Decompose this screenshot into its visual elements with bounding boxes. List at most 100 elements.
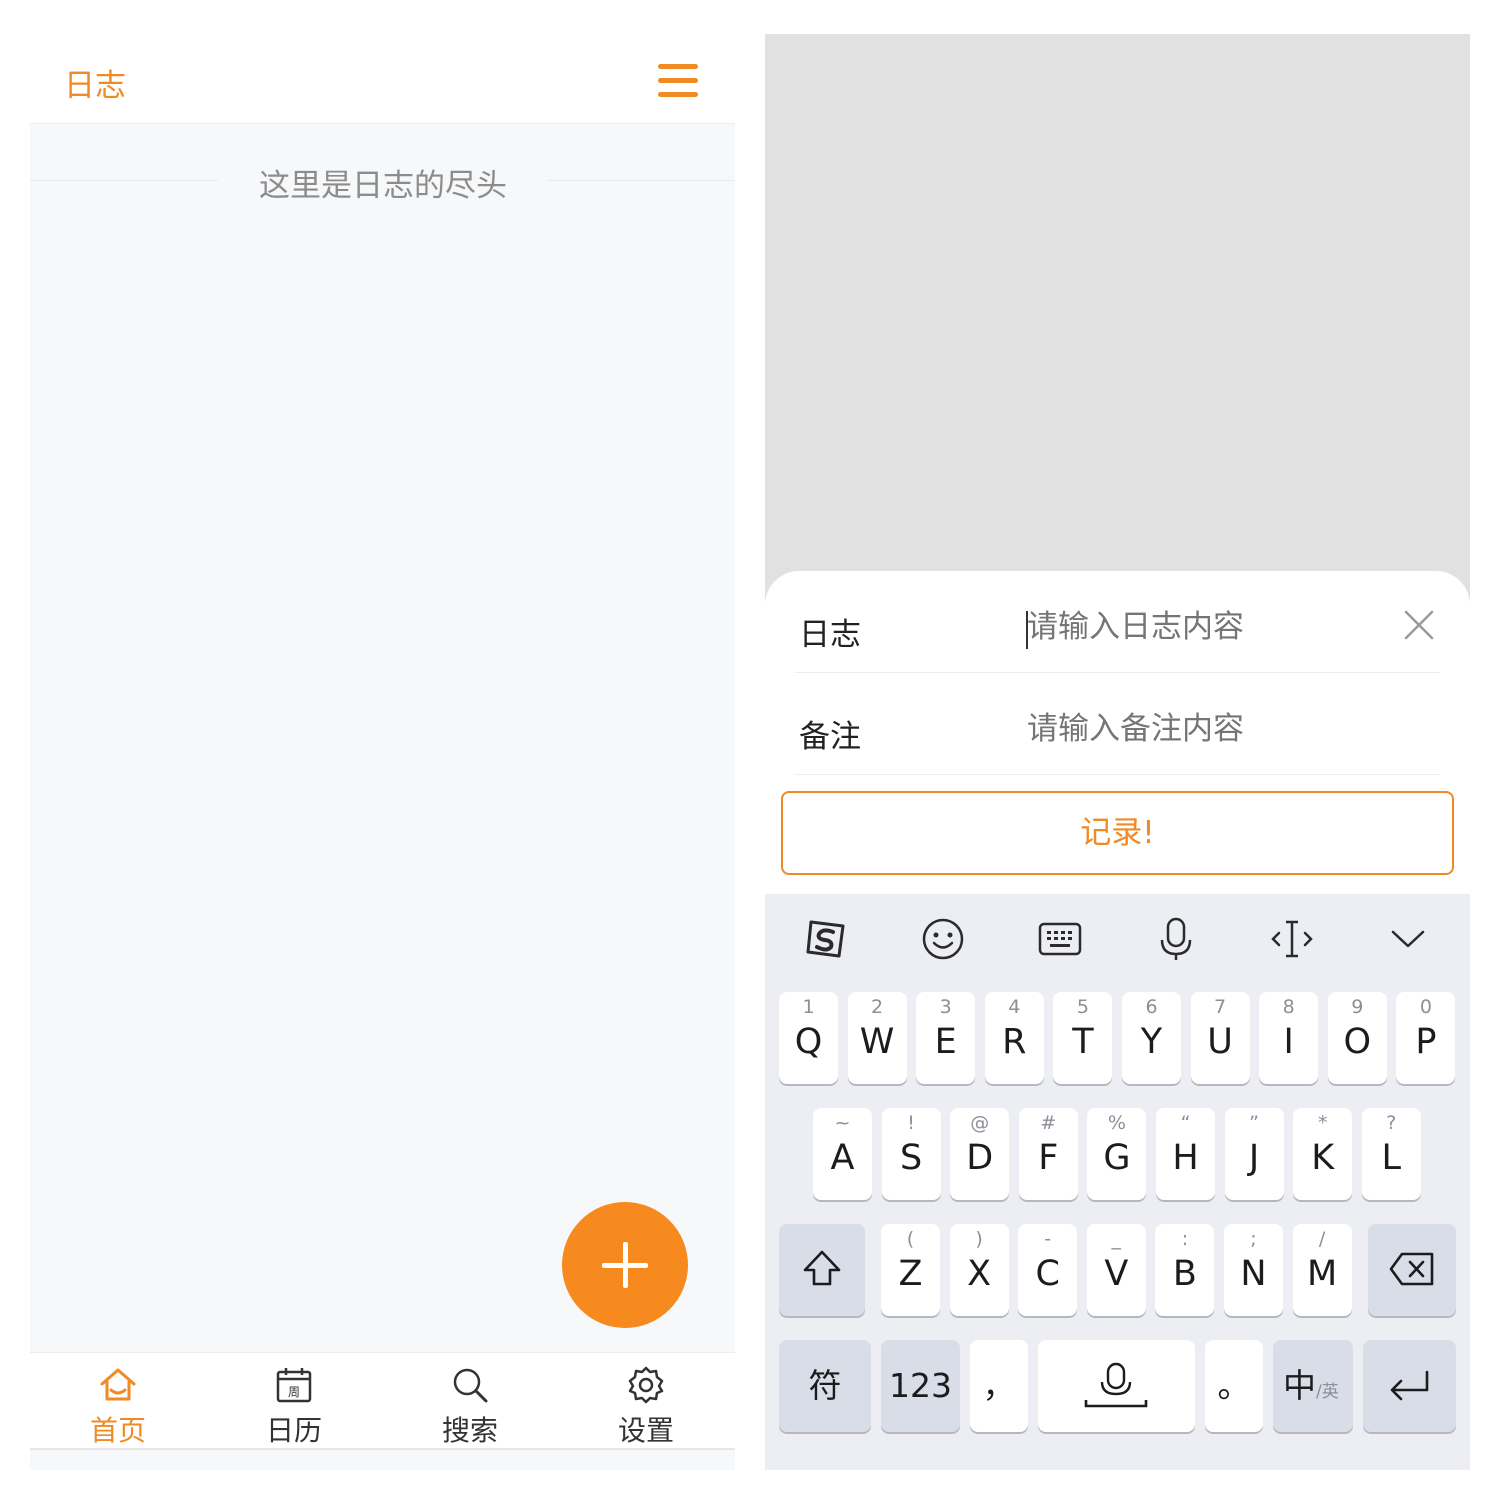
key-r[interactable]: 4R — [984, 992, 1044, 1084]
keyboard-toolbar — [765, 894, 1470, 984]
soft-keyboard: 1Q2W3E4R5T6Y7U8I9O0P ~ A! S @ D # F% G “H” J * K? L … — [765, 894, 1470, 1470]
backspace-icon — [1389, 1252, 1434, 1286]
add-log-button[interactable] — [562, 1202, 688, 1328]
key-m[interactable]: / M — [1292, 1224, 1352, 1316]
voice-space-icon — [1084, 1362, 1148, 1408]
calendar-icon: 周 — [276, 1368, 312, 1403]
key-secondary-label: 1 — [802, 996, 815, 1018]
microphone-icon[interactable] — [1153, 916, 1199, 962]
home-icon — [100, 1368, 136, 1401]
key-label: O — [1343, 1022, 1372, 1062]
enter-icon — [1390, 1370, 1429, 1401]
key-label: E — [934, 1022, 957, 1062]
key-p[interactable]: 0P — [1396, 992, 1456, 1084]
key-e[interactable]: 3E — [916, 992, 976, 1084]
key-j[interactable]: ” J — [1224, 1108, 1284, 1200]
key-secondary-label: “ — [1180, 1112, 1191, 1134]
key-f[interactable]: # F — [1018, 1108, 1078, 1200]
lang-key-label: 中 — [1283, 1366, 1316, 1405]
key-d[interactable]: @ D — [950, 1108, 1010, 1200]
tab-search[interactable]: 搜索 — [382, 1353, 558, 1451]
period-key[interactable]: 。 — [1205, 1340, 1263, 1432]
key-k[interactable]: * K — [1293, 1108, 1353, 1200]
key-q[interactable]: 1Q — [779, 992, 838, 1084]
note-input[interactable] — [1027, 711, 1397, 747]
key-secondary-label: * — [1317, 1112, 1328, 1134]
key-label: Q — [794, 1022, 823, 1062]
space-key[interactable] — [1038, 1340, 1195, 1432]
key-y[interactable]: 6Y — [1122, 992, 1181, 1084]
key-i[interactable]: 8I — [1259, 992, 1319, 1084]
divider — [795, 774, 1440, 775]
key-secondary-label: @ — [970, 1112, 990, 1134]
key-x[interactable]: ) X — [949, 1224, 1009, 1316]
key-label: G — [1103, 1138, 1131, 1178]
tab-label: 设置 — [617, 1414, 674, 1447]
tab-calendar[interactable]: 周 日历 — [206, 1353, 382, 1451]
key-s[interactable]: ! S — [881, 1108, 941, 1200]
number-key[interactable]: 123 — [881, 1340, 960, 1432]
key-label: M — [1306, 1254, 1338, 1294]
key-b[interactable]: :B — [1155, 1224, 1215, 1316]
log-label: 日志 — [799, 617, 861, 653]
key-v[interactable]: _ V — [1086, 1224, 1146, 1316]
key-label: I — [1283, 1022, 1294, 1062]
key-u[interactable]: 7U — [1190, 992, 1250, 1084]
key-g[interactable]: % G — [1087, 1108, 1147, 1200]
key-label: N — [1240, 1254, 1267, 1294]
comma-key[interactable]: ， — [970, 1340, 1028, 1432]
key-label: X — [967, 1254, 992, 1294]
log-list-screen: 日志 这里是日志的尽头 首页 周 日历 搜索 设置 — [30, 34, 735, 1470]
key-secondary-label: 2 — [871, 996, 884, 1018]
shift-icon — [803, 1250, 841, 1286]
key-label: C — [1035, 1254, 1060, 1294]
key-secondary-label: : — [1181, 1228, 1189, 1250]
record-button[interactable]: 记录! — [781, 791, 1454, 875]
tab-label: 首页 — [89, 1414, 146, 1447]
emoji-icon[interactable] — [920, 916, 966, 962]
language-switch-key[interactable]: 中/英 — [1273, 1340, 1353, 1432]
key-z[interactable]: (Z — [881, 1224, 940, 1316]
keyboard-icon[interactable] — [1037, 916, 1083, 962]
key-n[interactable]: ; N — [1224, 1224, 1283, 1316]
key-h[interactable]: “H — [1156, 1108, 1215, 1200]
cursor-icon[interactable] — [1269, 916, 1315, 962]
sogou-icon[interactable] — [803, 916, 849, 962]
tab-home[interactable]: 首页 — [30, 1353, 206, 1451]
key-secondary-label: ” — [1249, 1112, 1260, 1134]
key-w[interactable]: 2W — [847, 992, 907, 1084]
list-end-divider: 这里是日志的尽头 — [30, 156, 735, 206]
key-secondary-label: 5 — [1076, 996, 1089, 1018]
key-secondary-label: _ — [1111, 1228, 1122, 1250]
key-label: B — [1172, 1254, 1197, 1294]
add-log-screen: 日志 备注 记录! — [765, 34, 1470, 1470]
log-input[interactable] — [1027, 609, 1397, 645]
key-l[interactable]: ? L — [1361, 1108, 1421, 1200]
backspace-key[interactable] — [1368, 1224, 1456, 1316]
key-secondary-label: / — [1318, 1228, 1326, 1250]
symbol-key[interactable]: 符 — [779, 1340, 871, 1432]
close-icon[interactable] — [1403, 609, 1435, 641]
key-c[interactable]: -C — [1018, 1224, 1078, 1316]
key-label: L — [1381, 1138, 1402, 1178]
key-label: Z — [898, 1254, 923, 1294]
shift-key[interactable] — [779, 1224, 865, 1316]
key-a[interactable]: ~ A — [813, 1108, 872, 1200]
key-t[interactable]: 5T — [1053, 992, 1113, 1084]
chevron-down-icon[interactable] — [1385, 916, 1431, 962]
key-label: U — [1207, 1022, 1233, 1062]
key-label: T — [1072, 1022, 1094, 1062]
key-secondary-label: 7 — [1214, 996, 1227, 1018]
menu-icon[interactable] — [658, 64, 700, 98]
page-title: 日志 — [64, 68, 126, 104]
key-secondary-label: ; — [1250, 1228, 1257, 1250]
tab-label: 日历 — [265, 1414, 322, 1447]
key-label: R — [1002, 1022, 1027, 1062]
add-log-sheet: 日志 备注 记录! — [765, 571, 1470, 901]
tab-settings[interactable]: 设置 — [558, 1353, 734, 1451]
key-label: P — [1415, 1022, 1437, 1062]
symbol-key-label: 符 — [808, 1366, 842, 1405]
key-o[interactable]: 9O — [1327, 992, 1387, 1084]
key-secondary-label: 6 — [1145, 996, 1158, 1018]
enter-key[interactable] — [1363, 1340, 1456, 1432]
